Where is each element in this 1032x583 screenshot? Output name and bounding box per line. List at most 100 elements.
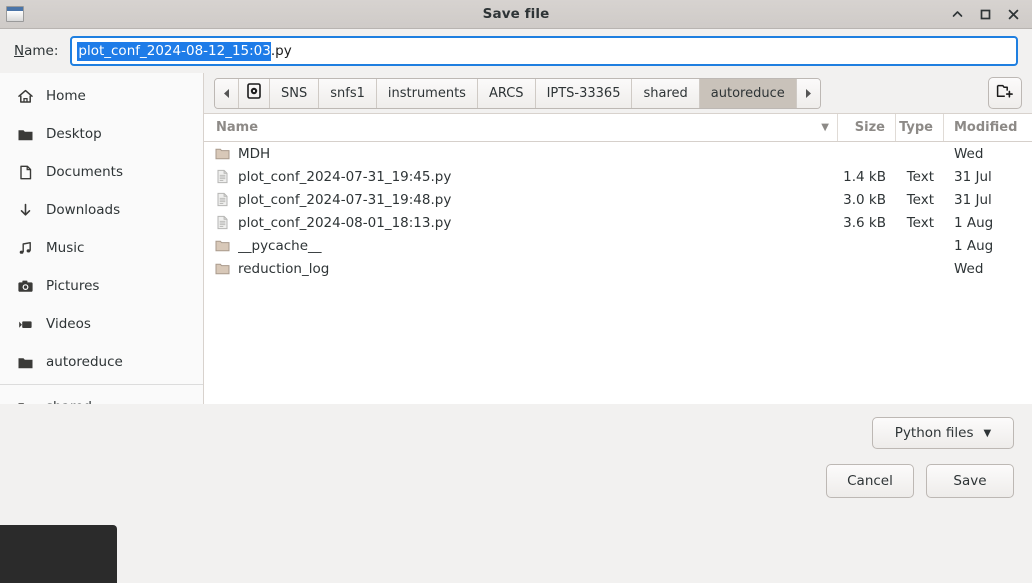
cancel-button[interactable]: Cancel [826, 464, 914, 498]
table-row[interactable]: plot_conf_2024-07-31_19:48.py 3.0 kB Tex… [204, 188, 1032, 211]
file-type-cell [896, 257, 944, 280]
file-type-cell: Text [906, 214, 934, 231]
table-row[interactable]: MDH Wed [204, 142, 1032, 165]
file-name-label: MDH [238, 145, 271, 162]
sidebar-item-videos[interactable]: Videos [0, 305, 203, 343]
sort-descending-icon: ▼ [821, 122, 829, 133]
file-icon [214, 215, 230, 231]
sidebar-item-label: Pictures [46, 278, 100, 294]
sidebar-item-label: Videos [46, 316, 91, 332]
breadcrumb: SNS snfs1 instruments ARCS IPTS-33365 sh… [214, 77, 821, 109]
table-row[interactable]: reduction_log Wed [204, 257, 1032, 280]
breadcrumb-item-arcs[interactable]: ARCS [477, 78, 536, 108]
file-list-header: Name ▼ Size Type Modified [204, 114, 1032, 142]
column-header-modified[interactable]: Modified [944, 114, 1032, 141]
file-name-cell: MDH [204, 142, 838, 165]
table-row[interactable]: plot_conf_2024-07-31_19:45.py 1.4 kB Tex… [204, 165, 1032, 188]
file-name-label: plot_conf_2024-07-31_19:45.py [238, 168, 452, 185]
window-controls [950, 7, 1032, 21]
sidebar-item-label: Home [46, 88, 86, 104]
camera-icon [16, 277, 35, 296]
file-type-cell [896, 142, 944, 165]
file-modified-cell: Wed [954, 260, 984, 277]
file-name-cell: reduction_log [204, 257, 838, 280]
file-filter-label: Python files [894, 425, 974, 441]
sidebar-item-label: Downloads [46, 202, 121, 218]
sidebar-item-label: autoreduce [46, 354, 123, 370]
file-name-cell: __pycache__ [204, 234, 838, 257]
breadcrumb-item-instruments[interactable]: instruments [376, 78, 478, 108]
sidebar-item-label: Music [46, 240, 85, 256]
folder-icon [214, 261, 230, 277]
sidebar-group-places: Home Desktop Documents Downloads Music P… [0, 77, 203, 381]
sidebar-item-home[interactable]: Home [0, 77, 203, 115]
music-icon [16, 239, 35, 258]
file-size-cell: 1.4 kB [843, 168, 886, 185]
breadcrumb-drive-button[interactable] [239, 78, 270, 108]
sidebar-item-downloads[interactable]: Downloads [0, 191, 203, 229]
sidebar-item-label: Desktop [46, 126, 102, 142]
file-size-cell: 3.0 kB [843, 191, 886, 208]
sidebar-item-desktop[interactable]: Desktop [0, 115, 203, 153]
file-icon [214, 169, 230, 185]
pathbar-row: SNS snfs1 instruments ARCS IPTS-33365 sh… [204, 73, 1032, 113]
background-window-overlay [0, 525, 117, 583]
breadcrumb-scroll-right-button[interactable] [796, 78, 820, 108]
breadcrumb-item-ipts[interactable]: IPTS-33365 [535, 78, 633, 108]
sidebar-item-pictures[interactable]: Pictures [0, 267, 203, 305]
column-header-name-label: Name [216, 120, 259, 135]
file-name-label: plot_conf_2024-07-31_19:48.py [238, 191, 452, 208]
filter-row: Python files ▼ [0, 404, 1032, 449]
name-row: Name: plot_conf_2024-08-12_15:03 .py [0, 29, 1032, 73]
sidebar-item-documents[interactable]: Documents [0, 153, 203, 191]
breadcrumb-item-snfs1[interactable]: snfs1 [319, 78, 377, 108]
breadcrumb-item-sns[interactable]: SNS [270, 78, 320, 108]
breadcrumb-scroll-left-button[interactable] [215, 78, 239, 108]
file-modified-cell: Wed [954, 145, 984, 162]
file-type-cell: Text [906, 191, 934, 208]
folder-icon [16, 353, 35, 372]
close-button[interactable] [1006, 7, 1020, 21]
column-header-type[interactable]: Type [896, 114, 944, 141]
home-icon [16, 87, 35, 106]
file-size-cell [838, 234, 896, 257]
folder-icon [16, 125, 35, 144]
dialog-footer: Python files ▼ Cancel Save [0, 404, 1032, 583]
maximize-button[interactable] [978, 7, 992, 21]
file-size-cell [838, 142, 896, 165]
file-modified-cell: 31 Jul [954, 168, 992, 185]
save-file-dialog: Save file Name: plot_conf_2024-08-12_15:… [0, 0, 1032, 583]
action-row: Cancel Save [0, 449, 1032, 498]
dialog-body: Home Desktop Documents Downloads Music P… [0, 73, 1032, 477]
breadcrumb-item-shared[interactable]: shared [632, 78, 700, 108]
filename-input[interactable]: plot_conf_2024-08-12_15:03 .py [70, 36, 1018, 66]
create-folder-button[interactable] [988, 77, 1022, 109]
file-size-cell [838, 257, 896, 280]
name-label: Name: [14, 43, 58, 59]
file-filter-dropdown[interactable]: Python files ▼ [872, 417, 1014, 449]
new-folder-icon [996, 82, 1014, 104]
drive-icon [247, 83, 261, 103]
titlebar: Save file [0, 0, 1032, 29]
table-row[interactable]: plot_conf_2024-08-01_18:13.py 3.6 kB Tex… [204, 211, 1032, 234]
sidebar-item-music[interactable]: Music [0, 229, 203, 267]
column-header-name[interactable]: Name ▼ [204, 114, 838, 141]
window-title: Save file [482, 6, 550, 22]
name-label-rest: ame: [24, 43, 59, 59]
file-modified-cell: 31 Jul [954, 191, 992, 208]
column-header-size[interactable]: Size [838, 114, 896, 141]
save-button[interactable]: Save [926, 464, 1014, 498]
minimize-button[interactable] [950, 7, 964, 21]
file-type-cell: Text [906, 168, 934, 185]
file-modified-cell: 1 Aug [954, 214, 994, 231]
sidebar-divider-1 [0, 384, 203, 385]
breadcrumb-item-autoreduce[interactable]: autoreduce [699, 78, 797, 108]
file-modified-cell: 1 Aug [954, 237, 994, 254]
file-name-cell: plot_conf_2024-07-31_19:45.py [204, 165, 838, 188]
file-name-label: reduction_log [238, 260, 330, 277]
file-name-cell: plot_conf_2024-08-01_18:13.py [204, 211, 838, 234]
sidebar-item-autoreduce[interactable]: autoreduce [0, 343, 203, 381]
table-row[interactable]: __pycache__ 1 Aug [204, 234, 1032, 257]
document-icon [16, 163, 35, 182]
filename-extension-text: .py [270, 43, 292, 59]
